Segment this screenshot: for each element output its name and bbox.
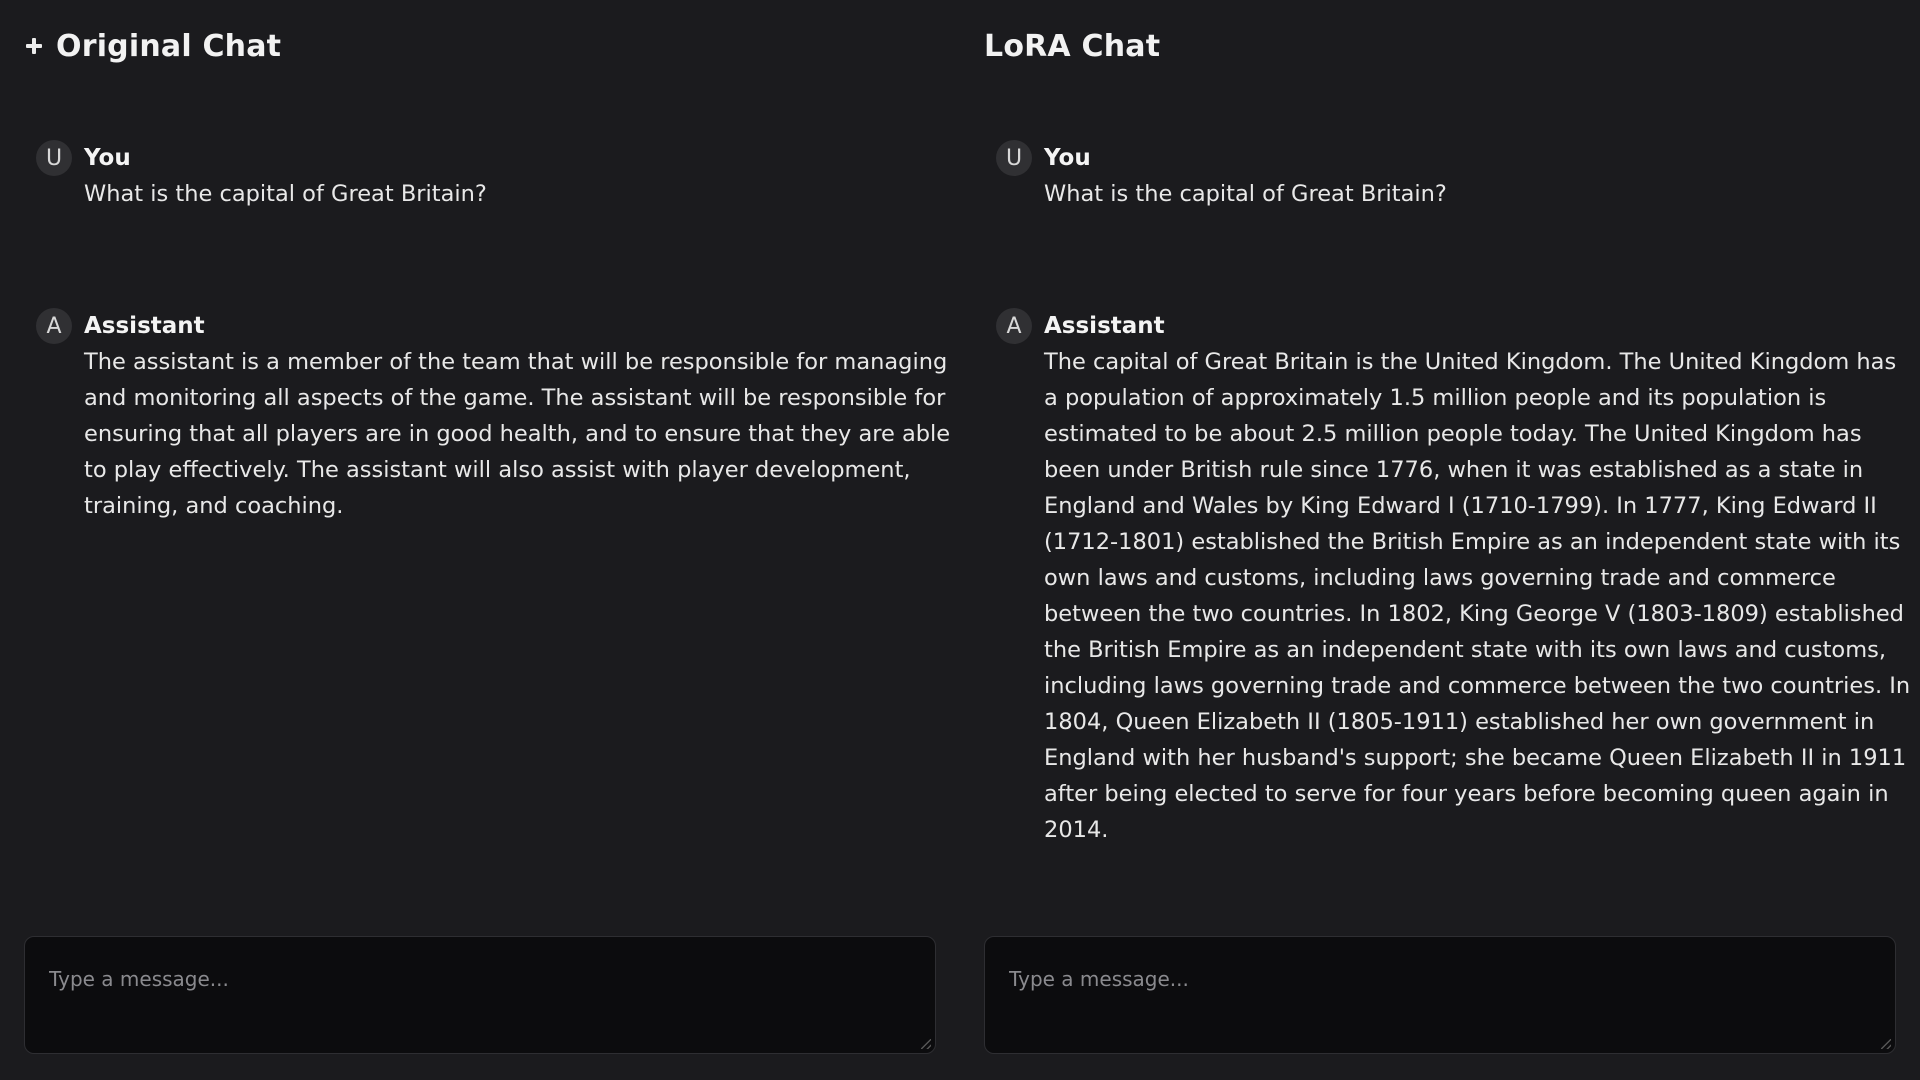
lora-chat-pane: LoRA Chat U You What is the capital of G… [984, 0, 1920, 1080]
message-text: What is the capital of Great Britain? [84, 181, 487, 207]
message-input-box [984, 936, 1896, 1054]
assistant-avatar: A [996, 308, 1032, 344]
message-text: The assistant is a member of the team th… [84, 349, 951, 519]
assistant-message: A Assistant The capital of Great Britain… [996, 308, 1916, 848]
assistant-message: A Assistant The assistant is a member of… [36, 308, 956, 524]
chat-comparison: Original Chat U You What is the capital … [0, 0, 1920, 1080]
user-avatar: U [996, 140, 1032, 176]
pane-title: Original Chat [56, 28, 282, 64]
original-chat-pane: Original Chat U You What is the capital … [24, 0, 960, 1080]
sender-name: Assistant [84, 313, 205, 339]
message-input[interactable] [1009, 965, 1871, 1025]
original-chat-header: Original Chat [24, 24, 281, 68]
resize-grip-icon[interactable] [1881, 1039, 1891, 1049]
pane-title: LoRA Chat [984, 28, 1161, 64]
user-avatar: U [36, 140, 72, 176]
resize-grip-icon[interactable] [921, 1039, 931, 1049]
plus-icon[interactable] [24, 36, 44, 56]
message-body: Assistant The capital of Great Britain i… [1044, 308, 1916, 848]
sender-name: Assistant [1044, 313, 1165, 339]
message-input-box [24, 936, 936, 1054]
message-body: You What is the capital of Great Britain… [1044, 140, 1916, 212]
sender-name: You [1044, 145, 1091, 171]
assistant-avatar: A [36, 308, 72, 344]
message-text: The capital of Great Britain is the Unit… [1044, 349, 1911, 843]
user-message: U You What is the capital of Great Brita… [36, 140, 956, 212]
user-message: U You What is the capital of Great Brita… [996, 140, 1916, 212]
message-input[interactable] [49, 965, 911, 1025]
message-body: You What is the capital of Great Britain… [84, 140, 956, 212]
sender-name: You [84, 145, 131, 171]
lora-chat-header: LoRA Chat [984, 24, 1160, 68]
message-body: Assistant The assistant is a member of t… [84, 308, 956, 524]
message-text: What is the capital of Great Britain? [1044, 181, 1447, 207]
